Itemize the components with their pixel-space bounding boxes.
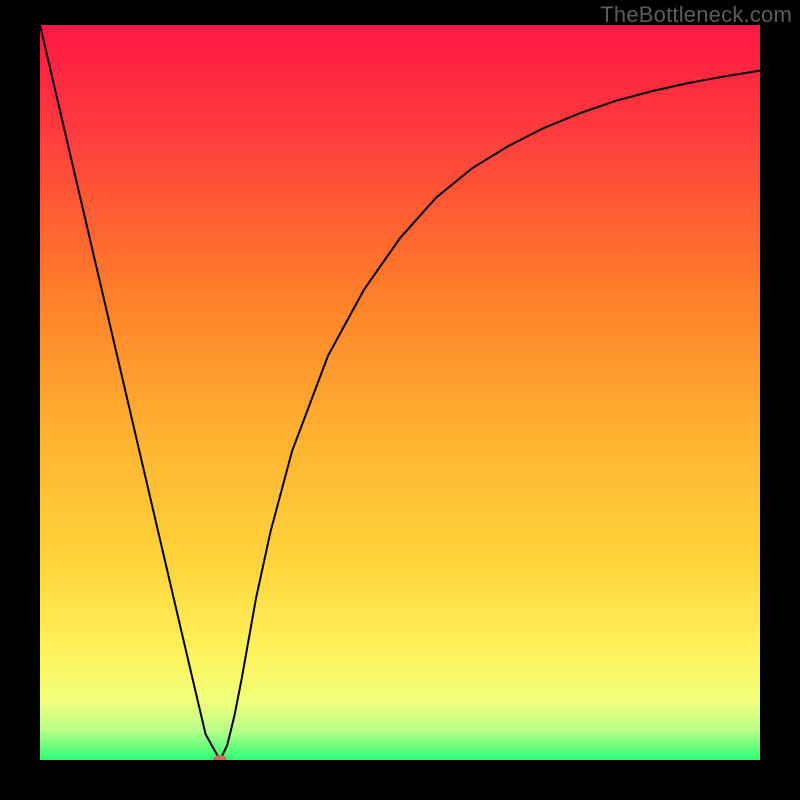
watermark-label: TheBottleneck.com (600, 2, 792, 28)
chart-frame: TheBottleneck.com (0, 0, 800, 800)
gradient-background (40, 25, 760, 760)
chart-svg (40, 25, 760, 760)
plot-area (40, 25, 760, 760)
